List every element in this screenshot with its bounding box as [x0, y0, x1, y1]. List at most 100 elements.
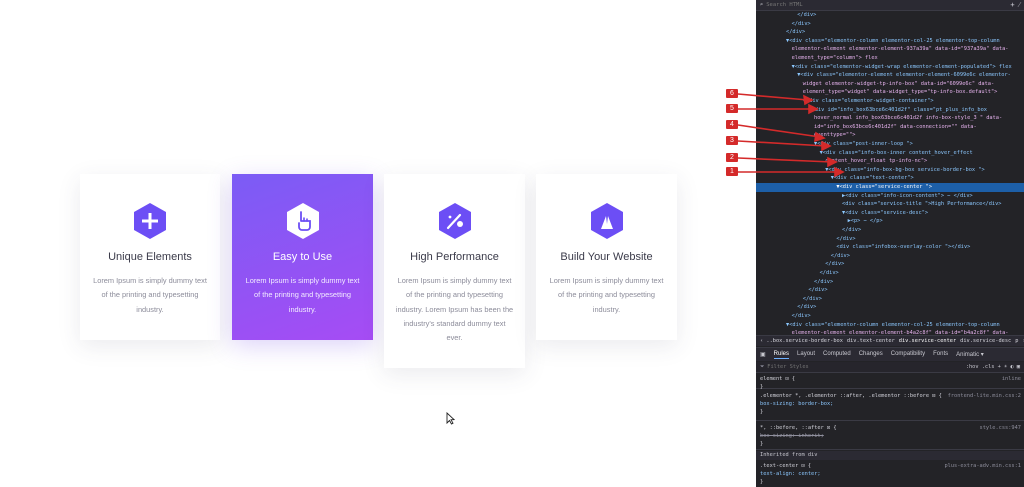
tab-compatibility[interactable]: Compatibility — [891, 351, 925, 359]
markup-node[interactable]: element_type="widget" data-widget_type="… — [756, 88, 1024, 97]
markup-node[interactable]: </div> — [756, 312, 1024, 321]
tab-changes[interactable]: Changes — [859, 351, 883, 359]
inherited-label: Inherited from div — [756, 451, 1024, 460]
css-rule-line: box-sizing: inherit; — [760, 433, 824, 439]
markup-node[interactable]: </div> — [756, 226, 1024, 235]
markup-node[interactable]: hover_normal info_box63bce6c401d2f info-… — [756, 114, 1024, 123]
tab-computed[interactable]: Computed — [823, 351, 851, 359]
markup-node[interactable]: </div> — [756, 286, 1024, 295]
info-box-unique-elements[interactable]: Unique Elements Lorem Ipsum is simply du… — [80, 174, 220, 340]
markup-node[interactable]: </div> — [756, 28, 1024, 37]
markup-node[interactable]: ▼<div id="info_box63bce6c401d2f" class="… — [756, 106, 1024, 115]
markup-node[interactable]: ▼<div class="service-desc"> — [756, 209, 1024, 218]
markup-node[interactable]: </div> — [756, 303, 1024, 312]
markup-node[interactable]: elementor-element elementor-element-937a… — [756, 45, 1024, 54]
markup-node[interactable]: ▼<div class="info-box-bg-box service-bor… — [756, 166, 1024, 175]
breadcrumb-item[interactable]: div.service-desc — [960, 338, 1011, 344]
hand-pointer-icon — [286, 202, 320, 240]
breadcrumb-item[interactable]: ‹ ..box.service-border-box — [760, 338, 843, 344]
layout-toggle-icon[interactable]: ▣ — [760, 351, 766, 358]
info-box-high-performance[interactable]: High Performance Lorem Ipsum is simply d… — [384, 174, 525, 368]
rule-source-link[interactable]: frontend-lite.min.css:2 — [948, 393, 1021, 400]
tab-animatic[interactable]: Animatic ▾ — [956, 351, 984, 359]
card-title: Unique Elements — [108, 251, 192, 263]
markup-node[interactable]: <div class="service-title ">High Perform… — [756, 200, 1024, 209]
markup-node[interactable]: ▼<div class="service-center "> — [756, 183, 1024, 192]
inspector-tabs[interactable]: ▣ Rules Layout Computed Changes Compatibilit… — [756, 347, 1024, 361]
filter-icon: ⏷ — [760, 363, 765, 370]
css-rule-line: } — [760, 384, 764, 390]
style-tools[interactable]: :hov .cls + ☀ ◐ ▣ — [966, 364, 1020, 370]
page-preview: Unique Elements Lorem Ipsum is simply du… — [0, 0, 756, 487]
card-title: Easy to Use — [272, 251, 333, 263]
card-title: Build Your Website — [560, 251, 653, 263]
plus-icon — [133, 202, 167, 240]
search-icon: ⌕ — [760, 2, 764, 8]
annotation-badge: 5 — [726, 104, 738, 113]
markup-node[interactable]: <div class="infobox-overlay-color "></di… — [756, 243, 1024, 252]
css-rule-line: .text-center ⊡ { — [760, 463, 812, 469]
markup-node[interactable]: </div> — [756, 260, 1024, 269]
markup-node[interactable]: ▼<div class="text-center"> — [756, 174, 1024, 183]
markup-node[interactable]: content_hover_float tp-info-nc"> — [756, 157, 1024, 166]
markup-node[interactable]: ▼<div class="elementor-widget-wrap eleme… — [756, 63, 1024, 72]
hands-icon — [590, 202, 624, 240]
markup-node[interactable]: ▼<div class="elementor-column elementor-… — [756, 37, 1024, 46]
markup-node[interactable]: element_type="column"> flex — [756, 54, 1024, 63]
add-node-icon[interactable]: + ⁄ — [1010, 1, 1020, 9]
filter-styles[interactable]: ⏷ :hov .cls + ☀ ◐ ▣ — [756, 362, 1024, 373]
markup-node[interactable]: </div> — [756, 278, 1024, 287]
css-rule-line: } — [760, 409, 764, 415]
info-box-easy-to-use[interactable]: Easy to Use Lorem Ipsum is simply dummy … — [232, 174, 373, 340]
rule-source-link[interactable]: inline — [1002, 376, 1021, 383]
markup-tree[interactable]: </div> </div> </div> ▼<div class="elementor… — [756, 11, 1024, 335]
breadcrumb[interactable]: ‹ ..box.service-border-box div.text-cente… — [756, 335, 1024, 346]
markup-node[interactable]: </div> — [756, 11, 1024, 20]
css-rule-line: .elementor *, .elementor ::after, .eleme… — [760, 393, 942, 399]
markup-node[interactable]: eventtype=""> — [756, 131, 1024, 140]
filter-styles-input[interactable] — [767, 364, 868, 370]
card-description: Lorem Ipsum is simply dummy text of the … — [245, 276, 360, 314]
breadcrumb-item[interactable]: div.text-center — [847, 338, 895, 344]
divider — [756, 388, 1024, 389]
rule-source-link[interactable]: plus-extra-adv.min.css:1 — [944, 463, 1021, 470]
divider — [756, 449, 1024, 450]
html-search-bar[interactable]: ⌕ + ⁄ — [756, 0, 1024, 11]
css-rule-line: text-align: center; — [760, 471, 821, 477]
info-box-build-your-website[interactable]: Build Your Website Lorem Ipsum is simply… — [536, 174, 677, 340]
markup-node[interactable]: id="info_box63bce6c401d2f" data-connecti… — [756, 123, 1024, 132]
card-description: Lorem Ipsum is simply dummy text of the … — [93, 276, 207, 314]
card-description: Lorem Ipsum is simply dummy text of the … — [395, 276, 514, 343]
tab-layout[interactable]: Layout — [797, 351, 815, 359]
html-search-input[interactable] — [766, 2, 887, 8]
markup-node[interactable]: widget elementor-widget-tp-info-box" dat… — [756, 80, 1024, 89]
rule-source-link[interactable]: style.css:947 — [980, 425, 1021, 432]
css-rule-line: *, ::before, ::after ⊡ { — [760, 425, 837, 431]
css-rule-line: box-sizing: border-box; — [760, 401, 834, 407]
tab-fonts[interactable]: Fonts — [933, 351, 948, 359]
markup-node[interactable]: ▼<div class="info-box-inner content_hove… — [756, 149, 1024, 158]
mouse-cursor-icon — [446, 412, 455, 425]
card-description: Lorem Ipsum is simply dummy text of the … — [549, 276, 664, 314]
markup-node[interactable]: ▼<div class="elementor-column elementor-… — [756, 321, 1024, 330]
tab-rules[interactable]: Rules — [773, 351, 790, 359]
markup-node[interactable]: ▼<div class="elementor-widget-container"… — [756, 97, 1024, 106]
markup-node[interactable]: ▶<div class="info-icon-content"> ⋯ </div… — [756, 192, 1024, 201]
markup-node[interactable]: ▶<p> ⋯ </p> — [756, 217, 1024, 226]
annotation-badge: 6 — [726, 89, 738, 98]
markup-node[interactable]: </div> — [756, 269, 1024, 278]
markup-node[interactable]: </div> — [756, 252, 1024, 261]
markup-node[interactable]: </div> — [756, 235, 1024, 244]
markup-node[interactable]: </div> — [756, 295, 1024, 304]
breadcrumb-item[interactable]: div.service-center — [899, 338, 956, 344]
annotation-badge: 3 — [726, 136, 738, 145]
css-rule-line: } — [760, 441, 764, 447]
breadcrumb-item[interactable]: p — [1015, 338, 1018, 344]
css-rule-line: element ⊡ { — [760, 376, 796, 382]
annotation-badge: 4 — [726, 120, 738, 129]
devtools-panel: ⌕ + ⁄ </div></div></div>▼<div class="ele… — [756, 0, 1024, 487]
markup-node[interactable]: ▼<div class="post-inner-loop "> — [756, 140, 1024, 149]
card-title: High Performance — [410, 251, 499, 263]
markup-node[interactable]: </div> — [756, 20, 1024, 29]
markup-node[interactable]: ▼<div class="elementor-element elementor… — [756, 71, 1024, 80]
